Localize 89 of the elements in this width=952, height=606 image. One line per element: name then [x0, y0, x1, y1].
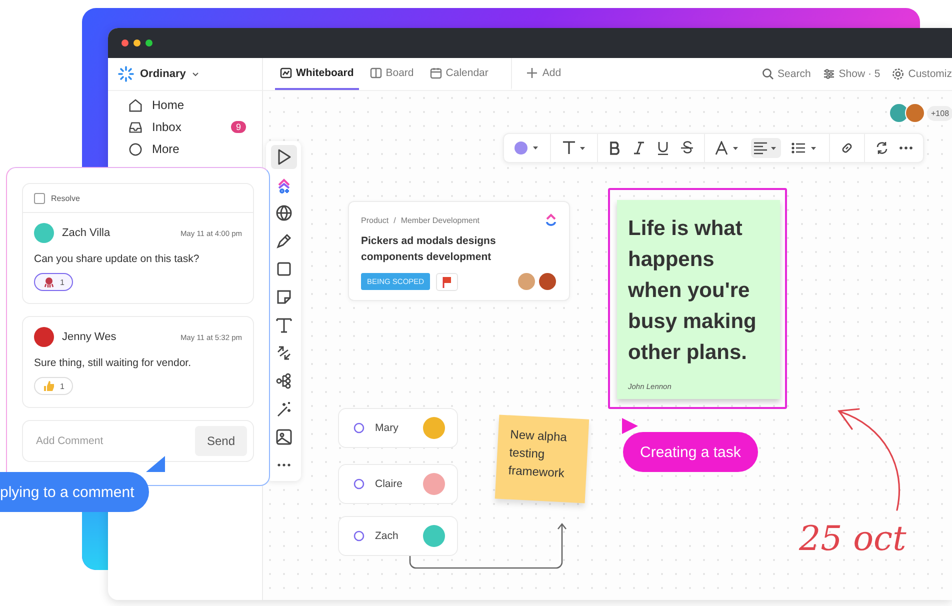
breadcrumb-item[interactable]: Product — [361, 216, 389, 224]
note-icon — [274, 288, 292, 306]
workspace-logo-icon — [118, 66, 134, 82]
avatar — [34, 327, 54, 347]
unread-count-badge: 9 — [230, 121, 246, 133]
breadcrumb-item[interactable]: Member Development — [400, 216, 480, 224]
cursor-icon — [146, 456, 166, 472]
window-controls-icon[interactable] — [121, 39, 155, 47]
comment-input[interactable]: Add Comment — [34, 434, 195, 448]
avatar — [423, 473, 445, 495]
pen-icon — [274, 232, 292, 250]
send-button[interactable]: Send — [194, 426, 247, 456]
sliders-icon — [822, 68, 835, 80]
list-icon[interactable] — [791, 141, 819, 155]
status-circle-icon[interactable] — [353, 530, 365, 542]
square-icon — [274, 260, 292, 278]
quote-text: Life is what happens when you're busy making other plans. — [628, 216, 758, 366]
inbox-icon — [128, 120, 143, 134]
text-style-icon[interactable] — [561, 140, 587, 156]
avatar — [423, 525, 445, 547]
color-picker-icon[interactable] — [514, 141, 540, 155]
sticky-note[interactable]: New alpha testing framework — [494, 414, 590, 504]
more-icon — [274, 463, 292, 467]
resolve-checkbox[interactable]: Resolve — [23, 184, 253, 213]
view-tab[interactable]: Board — [364, 58, 419, 90]
header-action[interactable]: Search — [758, 58, 814, 90]
reaction-button[interactable]: 1 — [34, 273, 74, 291]
whiteboard-icon — [280, 67, 292, 79]
sidebar-item[interactable]: Inbox 9 — [118, 117, 252, 137]
comment-text: Can you share update on this task? — [34, 253, 200, 265]
thumbs-up-icon — [43, 380, 55, 392]
person-card[interactable]: Mary — [338, 408, 458, 448]
view-tab[interactable]: Add — [511, 58, 566, 90]
italic-icon[interactable] — [632, 141, 646, 155]
strikethrough-icon[interactable] — [680, 141, 694, 155]
cursor-label: plying to a comment — [0, 472, 150, 512]
flag-icon[interactable] — [436, 272, 458, 290]
task-title: Pickers ad modals designs components development — [361, 234, 497, 265]
comment-text: Sure thing, still waiting for vendor. — [34, 357, 192, 369]
tool-button[interactable] — [270, 145, 296, 169]
collaborator-count: +108 — [927, 106, 952, 120]
convert-icon[interactable] — [875, 141, 889, 155]
plus-icon — [526, 67, 538, 79]
avatar — [538, 272, 557, 291]
avatar — [517, 272, 536, 291]
image-icon — [274, 428, 292, 446]
cursor-icon — [621, 417, 639, 435]
align-icon[interactable] — [751, 138, 781, 158]
comment-author: Jenny Wes — [62, 331, 118, 343]
avatar — [905, 103, 925, 123]
avatar — [423, 417, 445, 439]
text-icon — [274, 316, 292, 334]
more-icon — [128, 142, 143, 156]
header-action[interactable]: Show · 5 — [820, 58, 884, 90]
calendar-icon — [430, 67, 442, 79]
breadcrumb-separator: / — [394, 216, 396, 224]
workspace-switcher[interactable]: Ordinary — [108, 58, 262, 91]
more-icon[interactable] — [899, 146, 913, 150]
home-icon — [128, 98, 143, 112]
avatar — [34, 223, 54, 243]
link-icon[interactable] — [840, 141, 854, 155]
chevron-down-icon — [192, 72, 199, 76]
reaction-button[interactable]: 1 — [34, 377, 74, 395]
person-name: Zach — [375, 530, 400, 542]
status-circle-icon[interactable] — [353, 422, 365, 434]
globe-icon — [274, 204, 292, 222]
header-action[interactable]: Customiz — [889, 58, 952, 90]
view-tab[interactable]: Calendar — [424, 58, 494, 90]
status-circle-icon[interactable] — [353, 478, 365, 490]
whiteboard-canvas[interactable] — [263, 91, 952, 600]
person-card[interactable]: Zach — [338, 516, 458, 556]
cursor-label: Creating a task — [623, 432, 758, 472]
app-logo-icon — [545, 213, 557, 227]
handwritten-note: 25 oct — [799, 519, 906, 559]
octopus-icon — [43, 276, 55, 288]
comment-author: Zach Villa — [62, 227, 112, 239]
sidebar-item[interactable]: More — [118, 139, 252, 159]
search-icon — [762, 68, 774, 80]
person-name: Claire — [375, 478, 404, 490]
settings-icon — [892, 68, 904, 80]
mindmap-icon — [274, 372, 292, 390]
underline-icon[interactable] — [656, 141, 670, 155]
person-name: Mary — [375, 422, 400, 434]
avatar — [889, 103, 909, 123]
sidebar-item[interactable]: Home — [118, 95, 252, 115]
bold-icon[interactable] — [608, 141, 622, 155]
font-color-icon[interactable] — [715, 141, 741, 155]
person-card[interactable]: Claire — [338, 464, 458, 504]
board-icon — [370, 67, 382, 79]
